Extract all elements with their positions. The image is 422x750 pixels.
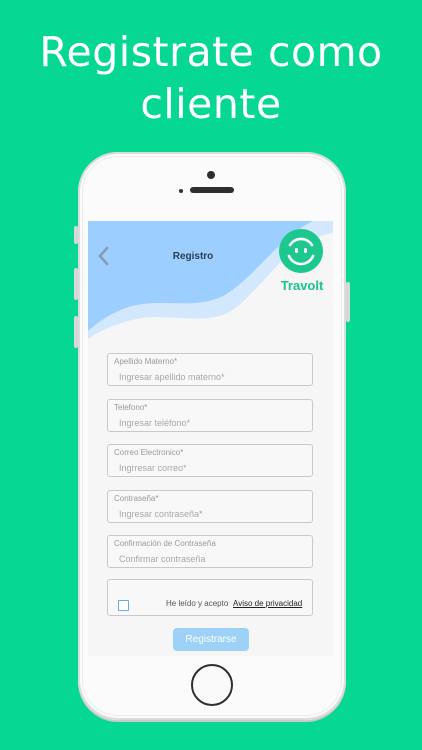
terms-text: He leído y acepto (166, 599, 229, 608)
screen-title: Registro (172, 251, 214, 262)
proximity-sensor (179, 189, 183, 193)
apellido-materno-field[interactable]: Apellido Materno* (107, 353, 313, 386)
telefono-input[interactable] (119, 418, 309, 428)
register-button[interactable]: Registrarse (173, 628, 249, 651)
terms-checkbox[interactable] (118, 600, 129, 611)
terms-box: He leído y acepto Aviso de privacidad (107, 579, 313, 616)
front-camera-icon (207, 171, 215, 179)
promo-headline: Registrate como cliente (0, 26, 422, 130)
correo-input[interactable] (119, 463, 309, 473)
chevron-left-icon[interactable] (96, 245, 110, 267)
phone-power-button (346, 282, 350, 322)
earpiece-speaker (190, 187, 234, 193)
telefono-field[interactable]: Telefono* (107, 399, 313, 432)
field-label: Telefono* (114, 403, 148, 412)
field-label: Confirmación de Contraseña (114, 539, 216, 548)
smile-face-icon (279, 229, 323, 273)
confirmar-contrasena-field[interactable]: Confirmación de Contraseña (107, 535, 313, 568)
confirmar-contrasena-input[interactable] (119, 554, 309, 564)
headline-line-2: cliente (140, 80, 282, 128)
privacy-notice-link[interactable]: Aviso de privacidad (233, 599, 302, 608)
field-label: Contraseña* (114, 494, 159, 503)
correo-field[interactable]: Correo Electronico* (107, 444, 313, 477)
app-screen: Registro Travolt Apellido Materno* Telef… (88, 221, 333, 656)
field-label: Correo Electronico* (114, 448, 184, 457)
apellido-materno-input[interactable] (119, 372, 309, 382)
contrasena-field[interactable]: Contraseña* (107, 490, 313, 523)
headline-line-1: Registrate como (39, 28, 383, 76)
contrasena-input[interactable] (119, 509, 309, 519)
brand-name: Travolt (280, 278, 324, 293)
home-button[interactable] (191, 664, 233, 706)
field-label: Apellido Materno* (114, 357, 178, 366)
